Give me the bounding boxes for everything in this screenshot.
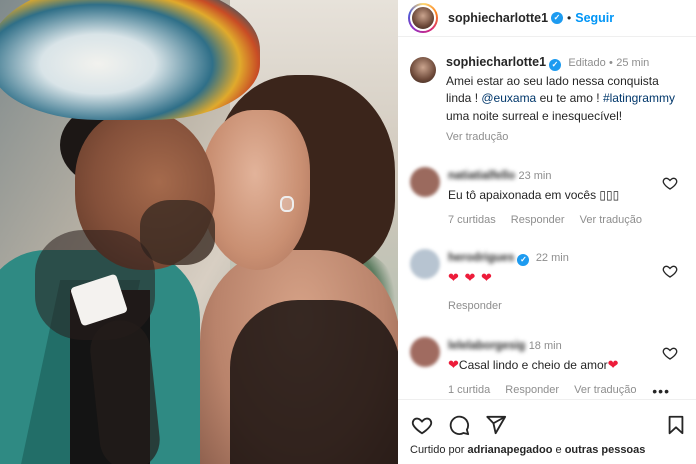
comment-item: herodrigues ✓ 22 min ❤ ❤ ❤ Responder [398, 248, 696, 315]
comment-time: 23 min [518, 169, 552, 182]
liked-by-others-link[interactable]: outras pessoas [565, 444, 646, 456]
photo-feather-headdress [0, 0, 260, 120]
liked-by-text: Curtido por adrianapegadoo e outras pess… [410, 444, 646, 456]
comment-username[interactable]: lelelaborgesig [448, 340, 525, 352]
verified-icon: ✓ [517, 253, 530, 266]
comments-list[interactable]: sophiecharlotte1 ✓ Editado • 25 min Amei … [398, 37, 696, 399]
comment-avatar[interactable] [410, 166, 440, 197]
follow-button[interactable]: Seguir [575, 11, 614, 25]
translate-link[interactable]: Ver tradução [580, 214, 642, 226]
post-photo[interactable] [0, 0, 398, 464]
post-footer: Curtido por adrianapegadoo e outras pess… [398, 399, 696, 464]
reply-button[interactable]: Responder [511, 214, 565, 226]
photo-woman-dress [230, 300, 398, 464]
liked-by-user-link[interactable]: adrianapegadoo [467, 444, 552, 456]
comment-avatar[interactable] [410, 248, 440, 279]
comment-username[interactable]: natiatialfello [448, 170, 515, 182]
like-comment-heart-icon[interactable] [662, 263, 678, 279]
author-username[interactable]: sophiecharlotte1 [448, 11, 548, 25]
photo-man-beard [140, 200, 215, 265]
separator-dot: • [609, 57, 613, 69]
comment-text: ❤Casal lindo e cheio de amor❤ [448, 356, 619, 372]
caption-username[interactable]: sophiecharlotte1 [446, 55, 546, 69]
comment-time: 18 min [528, 339, 562, 352]
comment-icon[interactable] [448, 414, 470, 436]
reply-button[interactable]: Responder [505, 384, 559, 396]
comment-item: natiatialfello 23 min Eu tô apaixonada e… [398, 166, 696, 229]
caption-translate-link[interactable]: Ver tradução [446, 129, 686, 147]
separator-dot: • [567, 11, 572, 25]
bookmark-icon[interactable] [666, 414, 686, 436]
caption-time: 25 min [616, 57, 650, 69]
like-comment-heart-icon[interactable] [662, 345, 678, 361]
comment-item: lelelaborgesig 18 min ❤Casal lindo e che… [398, 336, 696, 399]
caption-avatar[interactable] [410, 57, 436, 83]
comment-username[interactable]: herodrigues [448, 252, 514, 264]
edited-label: Editado [568, 57, 606, 69]
photo-earring [280, 196, 294, 212]
photo-woman-face [200, 110, 310, 270]
share-icon[interactable] [485, 414, 507, 436]
like-comment-heart-icon[interactable] [662, 175, 678, 191]
comment-likes[interactable]: 7 curtidas [448, 214, 496, 226]
translate-link[interactable]: Ver tradução [574, 384, 636, 396]
reply-button[interactable]: Responder [448, 300, 502, 312]
comment-avatar[interactable] [410, 336, 440, 367]
post-caption: sophiecharlotte1 ✓ Editado • 25 min Amei … [398, 37, 696, 147]
mention-link[interactable]: @euxama [481, 91, 536, 105]
caption-text: Amei estar ao seu lado nessa conquista l… [446, 73, 675, 123]
comment-time: 22 min [535, 251, 569, 264]
hashtag-link[interactable]: #latingrammy [603, 91, 675, 105]
comment-likes[interactable]: 1 curtida [448, 384, 490, 396]
verified-icon: ✓ [549, 59, 562, 71]
post-panel: sophiecharlotte1 ✓ • Seguir sophiecharlo… [398, 0, 696, 464]
comment-text: ❤ ❤ ❤ [448, 269, 493, 285]
author-avatar[interactable] [408, 3, 438, 33]
heart-icon[interactable] [411, 414, 433, 436]
verified-icon: ✓ [551, 12, 564, 24]
comment-text: Eu tô apaixonada em vocês ▯▯▯ [448, 187, 620, 202]
post-header: sophiecharlotte1 ✓ • Seguir [398, 0, 696, 37]
more-options-icon[interactable]: ••• [652, 383, 670, 399]
